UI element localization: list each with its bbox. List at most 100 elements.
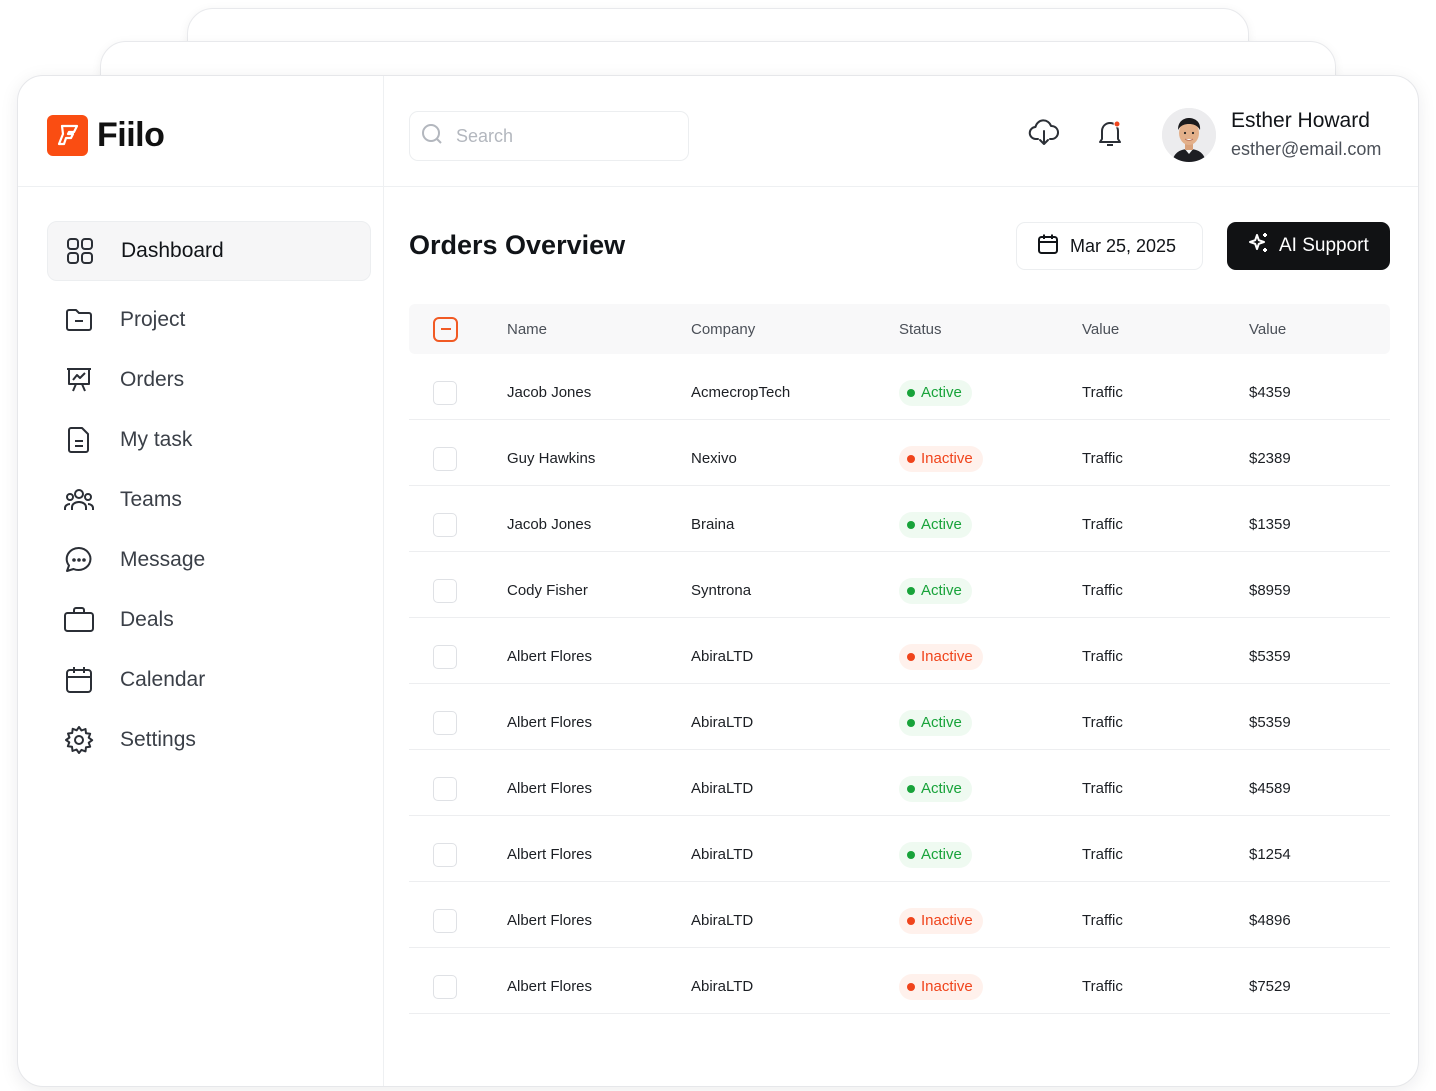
sparkles-icon [1247,231,1271,261]
cell-status: Active [899,379,1082,406]
sidebar-item-label: Settings [120,728,196,751]
cell-value: $2389 [1249,450,1291,467]
row-checkbox[interactable] [433,710,457,735]
sidebar-item-calendar[interactable]: Calendar [47,650,371,710]
table-row[interactable]: Jacob Jones AcmecropTech Active Traffic $435… [409,366,1390,420]
ai-support-label: AI Support [1279,235,1369,256]
search-box[interactable] [409,111,689,161]
sidebar-item-my-task[interactable]: My task [47,410,371,470]
sidebar-item-deals[interactable]: Deals [47,590,371,650]
status-badge: Active [899,577,972,604]
search-input[interactable] [456,125,666,147]
row-checkbox[interactable] [433,644,457,669]
date-picker-button[interactable]: Mar 25, 2025 [1016,222,1203,270]
column-header-value[interactable]: Value [1082,321,1249,338]
cell-type: Traffic [1082,648,1123,665]
chat-bubble-icon [63,544,95,576]
header-checkbox-cell [409,316,507,342]
select-all-checkbox[interactable] [433,316,458,342]
cell-status: Inactive [899,973,1082,1000]
cell-status: Active [899,511,1082,538]
table-header: Name Company Status Value Value [409,304,1390,354]
divider [18,186,384,187]
row-checkbox[interactable] [433,578,457,603]
row-checkbox[interactable] [433,512,457,537]
cell-name: Jacob Jones [507,516,592,533]
cell-company: AcmecropTech [691,384,791,401]
row-checkbox-cell [409,578,507,603]
sidebar-item-teams[interactable]: Teams [47,470,371,530]
cell-company: AbiraLTD [691,912,754,929]
table-row[interactable]: Albert Flores AbiraLTD Inactive Traffic $535… [409,630,1390,684]
user-profile[interactable]: Esther Howard esther@email.com [1162,108,1381,162]
cell-type: Traffic [1082,450,1123,467]
sidebar-item-settings[interactable]: Settings [47,710,371,770]
table-row[interactable]: Albert Flores AbiraLTD Active Traffic $1254 [409,828,1390,882]
users-icon [63,484,95,516]
table-row[interactable]: Guy Hawkins Nexivo Inactive Traffic $2389 [409,432,1390,486]
column-header-value[interactable]: Value [1249,321,1390,338]
cell-name: Albert Flores [507,846,593,863]
sidebar-item-label: Message [120,548,206,571]
brand-name: Fiilo [97,115,165,154]
table-row[interactable]: Jacob Jones Braina Active Traffic $1359 [409,498,1390,552]
status-text: Inactive [921,912,973,929]
table-row[interactable]: Albert Flores AbiraLTD Inactive Traffic $489… [409,894,1390,948]
avatar [1162,108,1216,162]
cell-status: Inactive [899,907,1082,934]
sidebar-item-label: Project [120,308,186,331]
table-row[interactable]: Albert Flores AbiraLTD Inactive Traffic $752… [409,960,1390,1014]
table-row[interactable]: Cody Fisher Syntrona Active Traffic $8959 [409,564,1390,618]
row-checkbox-cell [409,776,507,801]
table-row[interactable]: Albert Flores AbiraLTD Active Traffic $4589 [409,762,1390,816]
status-badge: Active [899,841,972,868]
row-checkbox[interactable] [433,908,457,933]
cell-company: AbiraLTD [691,714,754,731]
calendar-icon [63,664,95,696]
download-cloud-button[interactable] [1026,117,1062,153]
cell-status: Active [899,775,1082,802]
table-row[interactable]: Albert Flores AbiraLTD Active Traffic $5359 [409,696,1390,750]
sidebar-item-orders[interactable]: Orders [47,350,371,410]
status-text: Active [921,780,962,797]
notifications-button[interactable] [1092,117,1128,153]
row-checkbox-cell [409,908,507,933]
brand[interactable]: Fiilo [47,114,165,156]
row-checkbox[interactable] [433,776,457,801]
status-badge: Active [899,379,972,406]
status-text: Active [921,714,962,731]
row-checkbox[interactable] [433,380,457,405]
cell-company: Nexivo [691,450,737,467]
gear-icon [63,724,95,756]
cloud-download-icon [1028,117,1060,154]
search-icon [420,122,444,151]
row-checkbox[interactable] [433,974,457,999]
row-checkbox[interactable] [433,842,457,867]
sidebar-item-project[interactable]: Project [47,290,371,350]
cell-company: AbiraLTD [691,780,754,797]
status-text: Inactive [921,978,973,995]
orders-table: Name Company Status Value Value Jacob Jo… [409,304,1390,1014]
column-header-status[interactable]: Status [899,321,1082,338]
sidebar-item-dashboard[interactable]: Dashboard [47,221,371,281]
bell-icon [1094,117,1126,154]
sidebar-item-label: Calendar [120,668,206,691]
cell-type: Traffic [1082,714,1123,731]
status-text: Inactive [921,450,973,467]
folder-icon [63,304,95,336]
row-checkbox[interactable] [433,446,457,471]
cell-name: Albert Flores [507,648,593,665]
ai-support-button[interactable]: AI Support [1227,222,1390,270]
cell-type: Traffic [1082,516,1123,533]
grid-icon [64,235,96,267]
column-header-name[interactable]: Name [507,321,691,338]
sidebar-nav: Dashboard Project Orders My task Teams M… [47,221,371,770]
sidebar-item-message[interactable]: Message [47,530,371,590]
page-title: Orders Overview [409,230,626,260]
top-header: Esther Howard esther@email.com [384,76,1418,187]
table-body: Jacob Jones AcmecropTech Active Traffic $435… [409,366,1390,1014]
status-badge: Inactive [899,643,983,670]
cell-value: $4359 [1249,384,1291,401]
column-header-company[interactable]: Company [691,321,899,338]
